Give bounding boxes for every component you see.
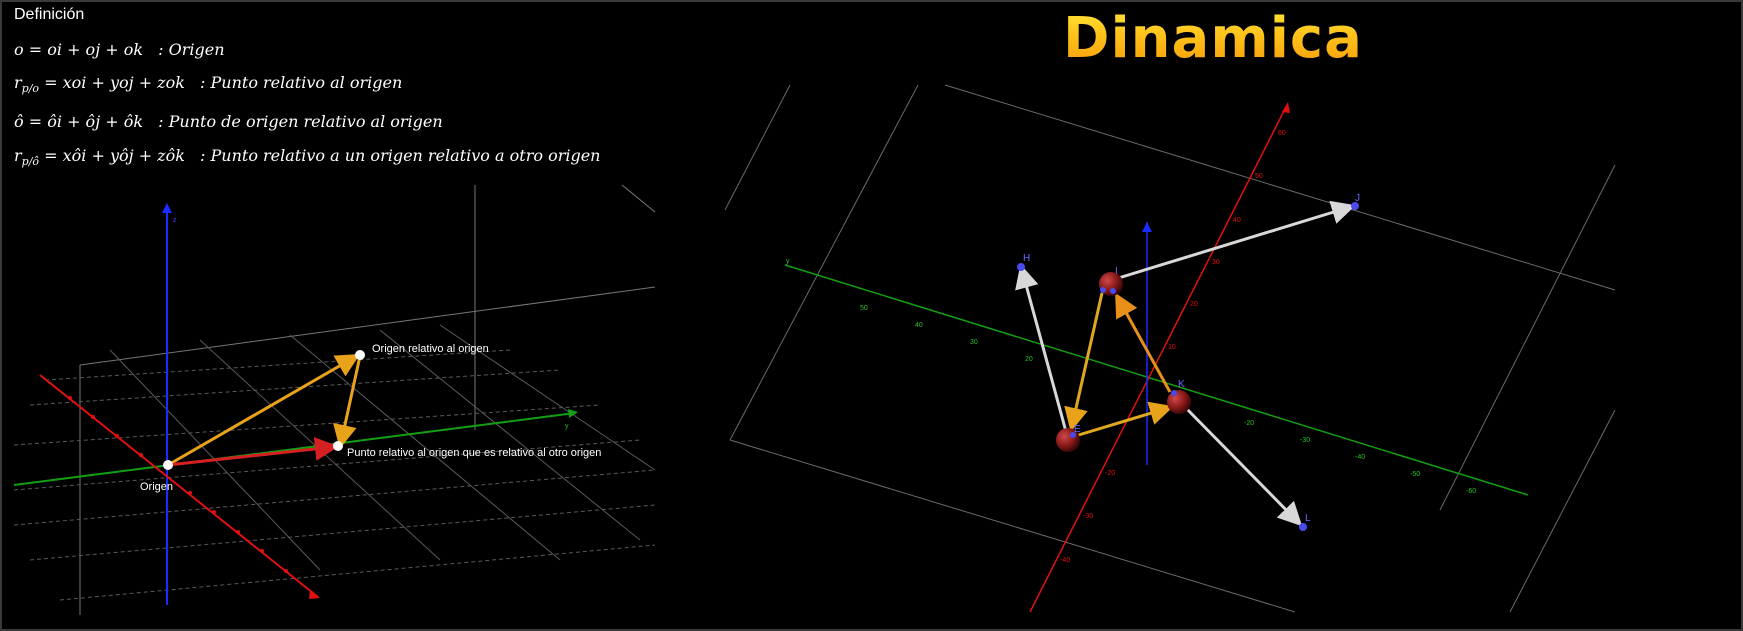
right-axis-y-label: y bbox=[786, 258, 790, 265]
svg-text:-30: -30 bbox=[1300, 437, 1310, 444]
svg-text:-50: -50 bbox=[1410, 471, 1420, 478]
right-axes: y 50 40 30 20 -20 -30 -40 -50 -60 60 50 40 30 20 1… bbox=[784, 102, 1529, 613]
point-h-label: H bbox=[1023, 253, 1030, 264]
relative-origin-label: Origen relativo al origen bbox=[372, 343, 489, 355]
point-i-label: I bbox=[1115, 266, 1118, 277]
svg-text:-30: -30 bbox=[1083, 513, 1093, 520]
svg-text:40: 40 bbox=[1233, 217, 1241, 224]
point-j-label: J bbox=[1355, 193, 1360, 204]
svg-text:-60: -60 bbox=[1466, 488, 1476, 495]
axis-y-label: y bbox=[565, 423, 569, 430]
relative-point-label: Punto relativo al origen que es relativo… bbox=[347, 447, 601, 459]
svg-text:-20: -20 bbox=[1244, 420, 1254, 427]
svg-text:60: 60 bbox=[1278, 130, 1286, 137]
svg-text:-40: -40 bbox=[1355, 454, 1365, 461]
svg-text:30: 30 bbox=[1212, 259, 1220, 266]
right-vectors bbox=[1015, 200, 1356, 527]
right-3d-diagram[interactable]: y 50 40 30 20 -20 -30 -40 -50 -60 60 50 40 30 20 1… bbox=[724, 84, 1616, 613]
point-k-label: K bbox=[1178, 379, 1185, 390]
svg-text:50: 50 bbox=[1255, 173, 1263, 180]
svg-text:50: 50 bbox=[860, 305, 868, 312]
origin-label: Origen bbox=[140, 481, 173, 493]
svg-text:-20: -20 bbox=[1105, 470, 1115, 477]
svg-text:30: 30 bbox=[970, 339, 978, 346]
axis-z-label: z bbox=[173, 217, 177, 224]
svg-text:40: 40 bbox=[915, 322, 923, 329]
svg-text:-40: -40 bbox=[1060, 557, 1070, 564]
svg-text:20: 20 bbox=[1025, 356, 1033, 363]
svg-text:20: 20 bbox=[1190, 301, 1198, 308]
point-e-label: E bbox=[1074, 424, 1081, 435]
left-grid bbox=[13, 184, 656, 615]
svg-text:10: 10 bbox=[1168, 344, 1176, 351]
point-l-label: L bbox=[1305, 513, 1311, 524]
left-3d-diagram[interactable]: z y Origen Origen relativo al origen Pun… bbox=[0, 0, 1743, 631]
right-points bbox=[1017, 202, 1359, 531]
